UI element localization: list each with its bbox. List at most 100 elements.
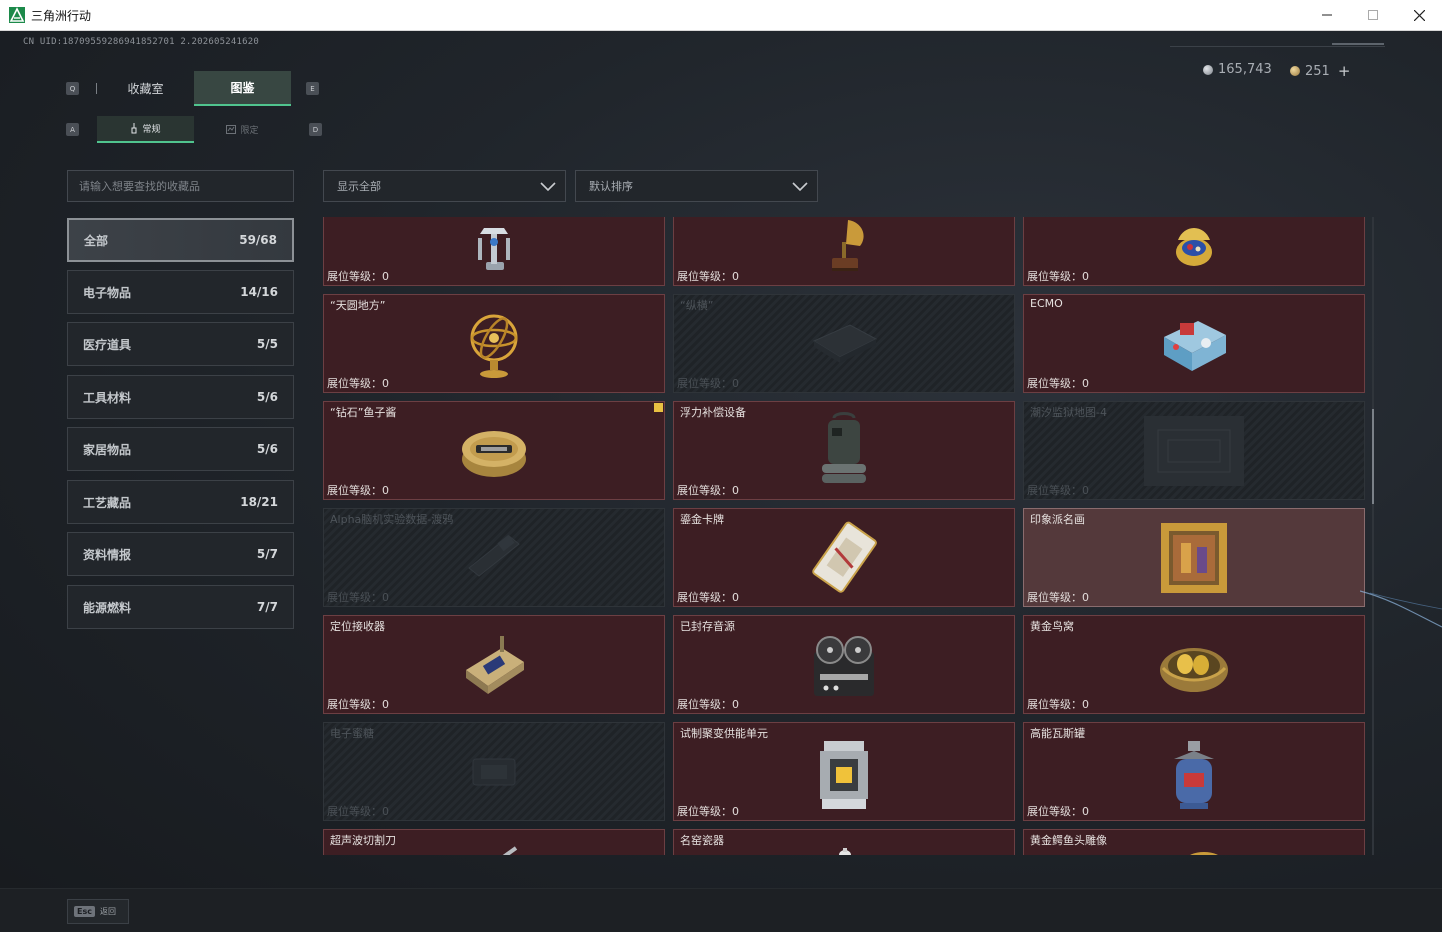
display-level: 展位等级：0 xyxy=(677,805,739,818)
item-name: 黄金鳄鱼头雕像 xyxy=(1030,834,1107,847)
caviar-tin-icon xyxy=(462,430,526,477)
collection-card[interactable]: 电子蜜糖 展位等级：0 xyxy=(323,722,665,821)
collection-card[interactable]: “钻石”鱼子酱 展位等级：0 xyxy=(323,401,665,500)
collection-card[interactable]: “纵横” 展位等级：0 xyxy=(673,294,1015,393)
collection-card[interactable]: 高能瓦斯罐 展位等级：0 xyxy=(1023,722,1365,821)
search-input[interactable]: 请输入想要查找的收藏品 xyxy=(67,170,294,202)
category-tools[interactable]: 工具材料 5/6 xyxy=(67,375,294,419)
collection-card[interactable]: 展位等级：0 xyxy=(1023,217,1365,286)
sort-dropdown[interactable]: 默认排序 xyxy=(575,170,818,202)
collection-card[interactable]: 浮力补偿设备 展位等级：0 xyxy=(673,401,1015,500)
collection-card[interactable]: “天圆地方” 展位等级：0 xyxy=(323,294,665,393)
collection-card[interactable]: 定位接收器 展位等级：0 xyxy=(323,615,665,714)
item-name: “钻石”鱼子酱 xyxy=(330,406,397,419)
category-all[interactable]: 全部 59/68 xyxy=(67,218,294,262)
category-crafts[interactable]: 工艺藏品 18/21 xyxy=(67,480,294,524)
item-name: 印象派名画 xyxy=(1030,513,1085,526)
key-hint-e: E xyxy=(306,82,319,95)
item-name: 潮汐监狱地图-4 xyxy=(1030,406,1107,419)
reel-recorder-icon xyxy=(814,635,874,696)
category-count: 18/21 xyxy=(240,495,278,509)
item-name: 超声波切割刀 xyxy=(330,834,396,847)
gold-coin-icon xyxy=(1290,66,1300,76)
player-uid: CN UID:18709559286941852701 2.2026052416… xyxy=(23,37,259,47)
collection-card[interactable]: ECMO 展位等级：0 xyxy=(1023,294,1365,393)
minimize-button[interactable] xyxy=(1304,0,1350,30)
esc-key-icon: Esc xyxy=(74,906,95,917)
add-currency-button[interactable]: + xyxy=(1338,62,1351,80)
display-level: 展位等级：0 xyxy=(1027,270,1089,283)
subtab-regular-label: 常规 xyxy=(142,125,161,135)
display-level: 展位等级：0 xyxy=(1027,805,1089,818)
golden-nest-icon xyxy=(1160,647,1228,692)
gold-amount: 251 xyxy=(1305,63,1330,79)
category-electronics[interactable]: 电子物品 14/16 xyxy=(67,270,294,314)
robot-arm-icon xyxy=(478,228,510,271)
display-level: 展位等级：0 xyxy=(1027,377,1089,390)
category-count: 5/5 xyxy=(256,337,278,351)
display-level: 展位等级：0 xyxy=(327,377,389,390)
collection-card[interactable]: 印象派名画 展位等级：0 xyxy=(1023,508,1365,607)
map-icon xyxy=(1144,415,1244,486)
item-name: 已封存音源 xyxy=(680,620,735,633)
collection-card[interactable]: 试制聚变供能单元 展位等级：0 xyxy=(673,722,1015,821)
category-medical[interactable]: 医疗道具 5/5 xyxy=(67,322,294,366)
fusion-cell-icon xyxy=(820,741,868,810)
collection-card[interactable]: 超声波切割刀 xyxy=(323,829,665,855)
collection-card[interactable]: 鎏金卡牌 展位等级：0 xyxy=(673,508,1015,607)
display-filter-dropdown[interactable]: 显示全部 xyxy=(323,170,566,202)
display-level: 展位等级：0 xyxy=(1027,698,1089,711)
collection-card[interactable]: 已封存音源 展位等级：0 xyxy=(673,615,1015,714)
grid-scrollbar[interactable] xyxy=(1372,217,1374,855)
window-title: 三角洲行动 xyxy=(31,8,92,23)
category-label: 家居物品 xyxy=(83,442,132,457)
item-name: 试制聚变供能单元 xyxy=(680,727,768,740)
category-count: 59/68 xyxy=(239,233,277,247)
category-count: 5/6 xyxy=(256,442,278,456)
game-viewport: CN UID:18709559286941852701 2.2026052416… xyxy=(0,31,1442,932)
grid-scrollbar-thumb[interactable] xyxy=(1372,409,1374,504)
background-light-streak xyxy=(1360,590,1442,628)
collection-card[interactable]: 潮汐监狱地图-4 展位等级：0 xyxy=(1023,401,1365,500)
gilded-card-icon xyxy=(812,521,877,593)
back-button[interactable]: Esc 返回 xyxy=(67,899,129,924)
subtab-regular[interactable]: 常规 xyxy=(97,116,194,143)
category-energy[interactable]: 能源燃料 7/7 xyxy=(67,585,294,629)
display-level: 展位等级：0 xyxy=(677,484,739,497)
collection-card[interactable]: Alpha脑机实验数据-渡鸦 展位等级：0 xyxy=(323,508,665,607)
display-level: 展位等级：0 xyxy=(677,591,739,604)
chevron-down-icon xyxy=(792,182,808,192)
category-count: 5/6 xyxy=(256,390,278,404)
gas-canister-icon xyxy=(1174,741,1214,810)
collection-card[interactable]: 黄金鳄鱼头雕像 xyxy=(1023,829,1365,855)
gold-currency: 251 + xyxy=(1290,62,1350,80)
ultrasonic-cutter-icon xyxy=(502,846,518,855)
category-label: 能源燃料 xyxy=(83,600,132,615)
silver-amount: 165,743 xyxy=(1218,62,1272,77)
display-level: 展位等级：0 xyxy=(677,377,739,390)
app-logo-icon xyxy=(9,7,25,23)
collection-card[interactable]: 展位等级：0 xyxy=(673,217,1015,286)
item-name: Alpha脑机实验数据-渡鸦 xyxy=(330,513,454,526)
collection-card[interactable]: 名窑瓷器 xyxy=(673,829,1015,855)
item-name: 名窑瓷器 xyxy=(680,834,724,847)
item-name: 黄金鸟窝 xyxy=(1030,620,1074,633)
close-button[interactable] xyxy=(1396,0,1442,30)
category-intel[interactable]: 资料情报 5/7 xyxy=(67,532,294,576)
tab-codex[interactable]: 图鉴 xyxy=(194,71,291,106)
item-name: “纵横” xyxy=(680,299,714,312)
maximize-button[interactable] xyxy=(1350,0,1396,30)
category-household[interactable]: 家居物品 5/6 xyxy=(67,427,294,471)
gramophone-icon xyxy=(832,220,864,272)
subtab-limited[interactable]: 限定 xyxy=(194,116,291,143)
collection-card[interactable]: 黄金鸟窝 展位等级：0 xyxy=(1023,615,1365,714)
sort-value: 默认排序 xyxy=(589,180,633,193)
tab-collection-room[interactable]: 收藏室 xyxy=(97,71,194,106)
collection-card[interactable]: 展位等级：0 xyxy=(323,217,665,286)
display-level: 展位等级：0 xyxy=(327,591,389,604)
limited-icon xyxy=(226,125,237,134)
close-icon xyxy=(1413,9,1425,21)
silver-coin-icon xyxy=(1203,64,1213,75)
gps-receiver-icon xyxy=(466,635,524,694)
category-label: 工艺藏品 xyxy=(83,495,132,510)
